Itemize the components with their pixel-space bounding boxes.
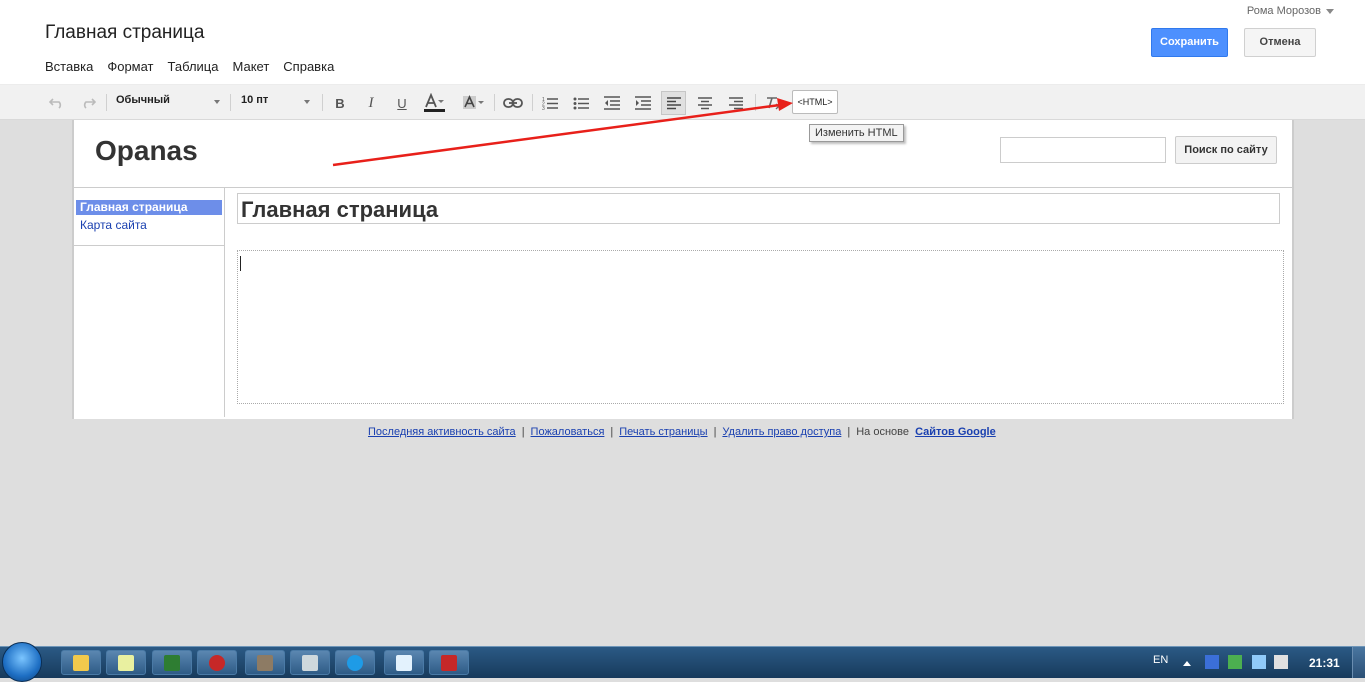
editor-header: Главная страница Вставка Формат Таблица … — [0, 0, 1365, 84]
media-player-icon[interactable] — [197, 650, 237, 675]
documents-icon[interactable] — [384, 650, 424, 675]
footer-link-print[interactable]: Печать страницы — [619, 426, 707, 438]
menu-table[interactable]: Таблица — [168, 59, 219, 74]
footer-link-recent-activity[interactable]: Последняя активность сайта — [368, 426, 516, 438]
battery-icon[interactable] — [1228, 655, 1242, 669]
formatting-toolbar: Обычный 10 пт B I U 123 <HTML> — [0, 84, 1365, 120]
sidebar-nav: Главная страница Карта сайта — [74, 200, 224, 246]
sidebar-item-sitemap[interactable]: Карта сайта — [76, 218, 222, 233]
toolbar-divider — [106, 94, 107, 111]
italic-button[interactable]: I — [363, 93, 379, 113]
style-select[interactable]: Обычный — [116, 94, 222, 106]
align-center-icon[interactable] — [696, 93, 714, 113]
sidebar-item-home[interactable]: Главная страница — [76, 200, 222, 215]
font-size-value: 10 пт — [241, 94, 269, 106]
highlight-color-icon[interactable] — [461, 93, 485, 113]
redo-icon[interactable] — [79, 93, 97, 113]
site-search-input[interactable] — [1000, 137, 1166, 163]
window-switcher-icon[interactable] — [290, 650, 330, 675]
filezilla-icon[interactable] — [429, 650, 469, 675]
notepad-icon[interactable] — [106, 650, 146, 675]
toolbar-divider — [230, 94, 231, 111]
edit-html-button[interactable]: <HTML> — [792, 90, 838, 114]
site-name: Opanas — [95, 135, 198, 166]
toolbar-divider — [755, 94, 756, 111]
menubar: Вставка Формат Таблица Макет Справка — [45, 59, 348, 74]
site-sidebar: Главная страница Карта сайта — [74, 188, 225, 417]
windows-taskbar: EN 21:31 — [0, 642, 1365, 682]
footer-separator: | — [713, 426, 717, 438]
text-cursor — [240, 256, 241, 271]
footer-separator: | — [521, 426, 525, 438]
style-select-value: Обычный — [116, 94, 170, 106]
explorer-icon[interactable] — [61, 650, 101, 675]
monitor-icon[interactable] — [152, 650, 192, 675]
gimp-icon[interactable] — [245, 650, 285, 675]
volume-icon[interactable] — [1274, 655, 1288, 669]
undo-icon[interactable] — [48, 93, 66, 113]
content-title: Главная страница — [241, 197, 439, 222]
user-name: Рома Морозов — [1246, 5, 1321, 17]
bulleted-list-icon[interactable] — [572, 93, 590, 113]
show-hidden-icons-icon[interactable] — [1183, 661, 1191, 666]
language-indicator[interactable]: EN — [1153, 654, 1168, 666]
menu-format[interactable]: Формат — [107, 59, 153, 74]
site-search-button[interactable]: Поиск по сайту — [1175, 136, 1277, 164]
cancel-button[interactable]: Отмена — [1244, 28, 1316, 57]
link-icon[interactable] — [502, 93, 524, 113]
font-size-select[interactable]: 10 пт — [241, 94, 311, 106]
numbered-list-icon[interactable]: 123 — [541, 93, 559, 113]
content-editor-area[interactable] — [237, 250, 1284, 404]
start-button[interactable] — [2, 642, 42, 682]
tooltip: Изменить HTML — [809, 124, 904, 142]
toolbar-divider — [322, 94, 323, 111]
menu-layout[interactable]: Макет — [233, 59, 270, 74]
footer-link-remove-access[interactable]: Удалить право доступа — [722, 426, 841, 438]
increase-indent-icon[interactable] — [634, 93, 652, 113]
chevron-down-icon — [304, 100, 310, 104]
page-title: Главная страница — [45, 22, 205, 43]
clear-formatting-icon[interactable] — [764, 93, 784, 113]
footer-link-google-sites[interactable]: Сайтов Google — [915, 426, 996, 438]
show-desktop-button[interactable] — [1352, 647, 1365, 678]
skype-icon[interactable] — [335, 650, 375, 675]
clock[interactable]: 21:31 — [1309, 656, 1340, 670]
network-icon[interactable] — [1252, 655, 1266, 669]
align-left-icon[interactable] — [661, 91, 686, 115]
svg-text:3: 3 — [542, 106, 545, 110]
footer-link-report-abuse[interactable]: Пожаловаться — [531, 426, 605, 438]
decrease-indent-icon[interactable] — [603, 93, 621, 113]
flag-icon[interactable] — [1205, 655, 1219, 669]
user-account-menu[interactable]: Рома Морозов — [1247, 5, 1334, 17]
menu-insert[interactable]: Вставка — [45, 59, 93, 74]
underline-button[interactable]: U — [394, 93, 410, 113]
save-button[interactable]: Сохранить — [1151, 28, 1228, 57]
site-page: Opanas Поиск по сайту Главная страница К… — [72, 120, 1294, 419]
chevron-down-icon — [214, 100, 220, 104]
toolbar-divider — [494, 94, 495, 111]
align-right-icon[interactable] — [727, 93, 745, 113]
menu-help[interactable]: Справка — [283, 59, 334, 74]
footer-separator: | — [847, 426, 851, 438]
toolbar-divider — [532, 94, 533, 111]
site-header: Opanas Поиск по сайту — [74, 120, 1292, 188]
site-footer: Последняя активность сайта | Пожаловаться |… — [368, 426, 996, 438]
footer-powered-by: На основе — [856, 426, 909, 438]
text-color-icon[interactable] — [422, 93, 446, 113]
footer-separator: | — [610, 426, 614, 438]
bold-button[interactable]: B — [332, 93, 348, 113]
content-title-field[interactable]: Главная страница — [237, 193, 1280, 224]
chevron-down-icon — [1326, 8, 1334, 14]
